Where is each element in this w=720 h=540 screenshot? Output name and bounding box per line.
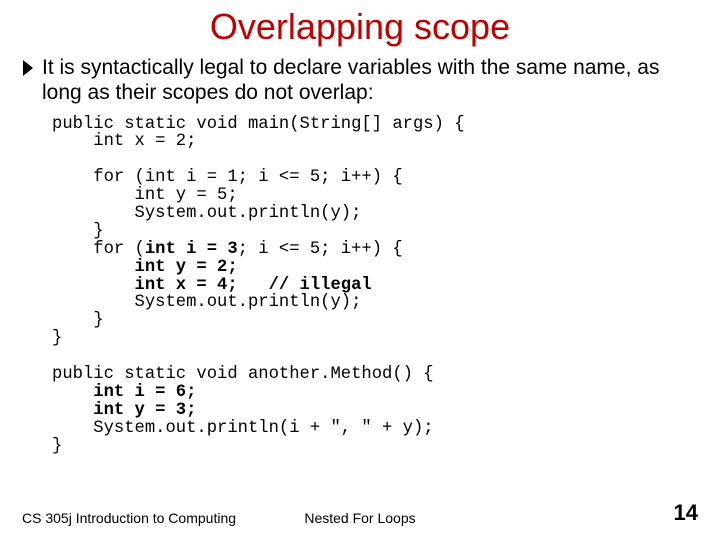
bullet-text: It is syntactically legal to declare var… <box>42 56 698 106</box>
code-line: System.out.println(i + ", " + y); <box>52 419 434 438</box>
code-bold: int i = 6; <box>93 383 196 402</box>
page-number: 14 <box>473 500 698 526</box>
code-line: System.out.println(y); <box>52 293 361 312</box>
code-line: int x = 2; <box>52 132 196 151</box>
code-line: System.out.println(y); <box>52 204 361 223</box>
code-block: public static void main(String[] args) {… <box>22 106 698 456</box>
code-line: for (int i = 1; i <= 5; i++) { <box>52 168 403 187</box>
code-bold: int y = 2; <box>135 258 238 277</box>
code-line: ; i <= 5; i++) { <box>238 240 403 259</box>
code-line <box>52 383 93 402</box>
footer-left: CS 305j Introduction to Computing <box>22 510 247 526</box>
bullet-item: It is syntactically legal to declare var… <box>22 56 698 106</box>
slide-title: Overlapping scope <box>0 0 720 56</box>
code-line: } <box>52 222 104 241</box>
code-line <box>52 401 93 420</box>
code-line: for ( <box>52 240 145 259</box>
code-line <box>52 276 135 295</box>
code-bold: int x = 4; // illegal <box>135 276 372 295</box>
code-line <box>52 258 135 277</box>
code-bold: int i = 3 <box>145 240 238 259</box>
footer: CS 305j Introduction to Computing Nested… <box>0 500 720 526</box>
footer-center: Nested For Loops <box>247 510 472 526</box>
code-line: public static void main(String[] args) { <box>52 115 465 134</box>
code-line: } <box>52 437 62 456</box>
code-line: int y = 5; <box>52 186 238 205</box>
content-area: It is syntactically legal to declare var… <box>0 56 720 455</box>
bullet-arrow-icon <box>22 59 36 77</box>
code-line: public static void another.Method() { <box>52 365 434 384</box>
code-line: } <box>52 311 104 330</box>
code-bold: int y = 3; <box>93 401 196 420</box>
code-line: } <box>52 329 62 348</box>
